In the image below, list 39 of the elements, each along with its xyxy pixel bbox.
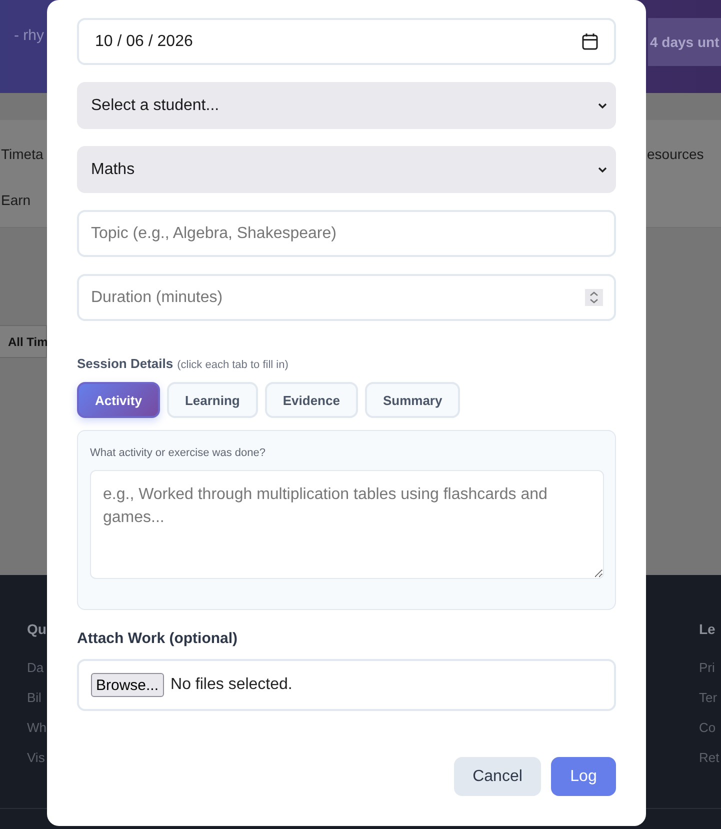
select-field[interactable]: Maths xyxy=(77,146,616,193)
footer-link[interactable]: Co xyxy=(699,720,721,736)
number-field[interactable]: Duration (minutes) xyxy=(77,274,616,321)
header-user-text: - rhy xyxy=(14,27,44,45)
text-field[interactable]: Topic (e.g., Algebra, Shakespeare) xyxy=(77,210,616,257)
session-tab[interactable]: Learning xyxy=(166,382,258,418)
footer-link[interactable]: Wh xyxy=(27,720,47,736)
stepper-arrows-icon xyxy=(585,289,603,306)
session-tab[interactable]: Summary xyxy=(364,382,460,418)
chevron-down-icon xyxy=(598,166,607,172)
question-label: What activity or exercise was done? xyxy=(90,446,266,460)
footer-heading: Le xyxy=(699,620,716,638)
countdown-badge: 4 days unt xyxy=(648,18,721,66)
date-field[interactable]: 10 / 06 / 2026 xyxy=(77,18,616,65)
answer-box[interactable]: e.g., Worked through multiplication tables using flashcards and games... xyxy=(90,470,604,579)
file-status-text: No files selected. xyxy=(170,676,292,694)
attach-label: Attach Work (optional) xyxy=(77,630,239,648)
calendar-icon xyxy=(582,33,598,50)
footer-link[interactable]: Da xyxy=(27,660,47,676)
nav-link[interactable]: Timeta xyxy=(1,146,44,163)
session-tab[interactable]: Evidence xyxy=(264,382,358,418)
section-label: Session Details xyxy=(77,356,174,372)
cancel-button[interactable]: Cancel xyxy=(454,757,541,796)
footer-link[interactable]: Pri xyxy=(699,660,721,676)
footer-link[interactable]: Bil xyxy=(27,690,47,706)
log-button[interactable]: Log xyxy=(551,757,616,796)
file-field[interactable]: Browse... No files selected. xyxy=(77,659,616,711)
nav-link[interactable]: Earn xyxy=(1,192,44,209)
browse-button[interactable]: Browse... xyxy=(91,673,164,697)
footer-heading: Qu xyxy=(27,620,47,638)
filter-tab[interactable]: All Tim xyxy=(0,325,47,358)
chevron-down-icon xyxy=(598,102,607,108)
footer-link[interactable]: Ret xyxy=(699,750,721,766)
section-hint: (click each tab to fill in) xyxy=(177,358,288,372)
nav-link[interactable]: esources xyxy=(647,146,721,163)
footer-link[interactable]: Ter xyxy=(699,690,721,706)
select-field[interactable]: Select a student... xyxy=(77,82,616,129)
footer-link[interactable]: Vis xyxy=(27,750,47,766)
session-tab[interactable]: Activity xyxy=(77,382,160,418)
